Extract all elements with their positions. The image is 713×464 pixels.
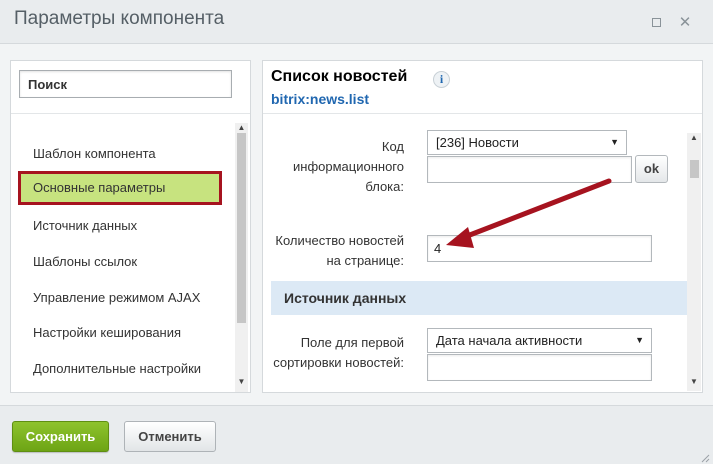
window-titlebar: Параметры компонента ✕ [0, 0, 713, 44]
news-count-input[interactable] [427, 235, 652, 262]
sidebar-item-main-params[interactable]: Основные параметры [18, 171, 222, 205]
sidebar-item-url-templates[interactable]: Шаблоны ссылок [33, 254, 137, 269]
content-divider [263, 113, 702, 114]
maximize-icon [651, 17, 661, 27]
search-input[interactable] [19, 70, 232, 98]
sort1-select-value: Дата начала активности [436, 333, 583, 348]
iblock-select[interactable]: [236] Новости ▼ [427, 130, 627, 155]
dialog-footer: Сохранить Отменить [0, 405, 713, 464]
content-scroll-up-icon[interactable]: ▲ [687, 133, 701, 143]
sidebar-scroll-down-icon[interactable]: ▼ [235, 377, 248, 387]
sort1-input[interactable] [427, 354, 652, 381]
content-scrollbar-thumb[interactable] [690, 160, 699, 178]
component-settings-panel: Список новостей i bitrix:news.list Код и… [262, 60, 703, 393]
info-icon[interactable]: i [433, 71, 450, 88]
sort1-label: Поле для первой сортировки новостей: [273, 335, 404, 370]
sidebar-scroll-up-icon[interactable]: ▲ [235, 123, 248, 133]
close-button[interactable]: ✕ [675, 12, 695, 32]
news-count-label: Количество новостей на странице: [275, 233, 404, 268]
sidebar-item-template[interactable]: Шаблон компонента [33, 146, 156, 161]
content-scroll-down-icon[interactable]: ▼ [687, 377, 701, 387]
ok-button[interactable]: ok [635, 155, 668, 183]
maximize-button[interactable] [646, 12, 666, 32]
section-header-data-source: Источник данных [271, 281, 687, 315]
sidebar-item-data-source[interactable]: Источник данных [33, 218, 137, 233]
close-icon: ✕ [678, 14, 692, 31]
iblock-label: Код информационного блока: [293, 139, 404, 194]
dropdown-arrow-icon: ▼ [610, 137, 619, 147]
component-title: Список новостей [271, 68, 408, 85]
iblock-select-value: [236] Новости [436, 135, 519, 150]
iblock-id-input[interactable] [427, 156, 632, 183]
sidebar-item-ajax-mode[interactable]: Управление режимом AJAX [33, 290, 200, 305]
window-title: Параметры компонента [14, 8, 225, 29]
sidebar: Шаблон компонента Основные параметры Ист… [10, 60, 251, 393]
dropdown-arrow-icon: ▼ [635, 335, 644, 345]
resize-grip-icon[interactable] [700, 453, 710, 463]
sidebar-item-cache-settings[interactable]: Настройки кеширования [33, 325, 181, 340]
cancel-button[interactable]: Отменить [124, 421, 216, 452]
sidebar-scrollbar-thumb[interactable] [237, 133, 246, 323]
save-button[interactable]: Сохранить [12, 421, 109, 452]
sort1-select[interactable]: Дата начала активности ▼ [427, 328, 652, 353]
sidebar-item-additional-settings[interactable]: Дополнительные настройки [33, 361, 201, 376]
component-code: bitrix:news.list [271, 91, 370, 107]
sidebar-divider [11, 113, 250, 114]
